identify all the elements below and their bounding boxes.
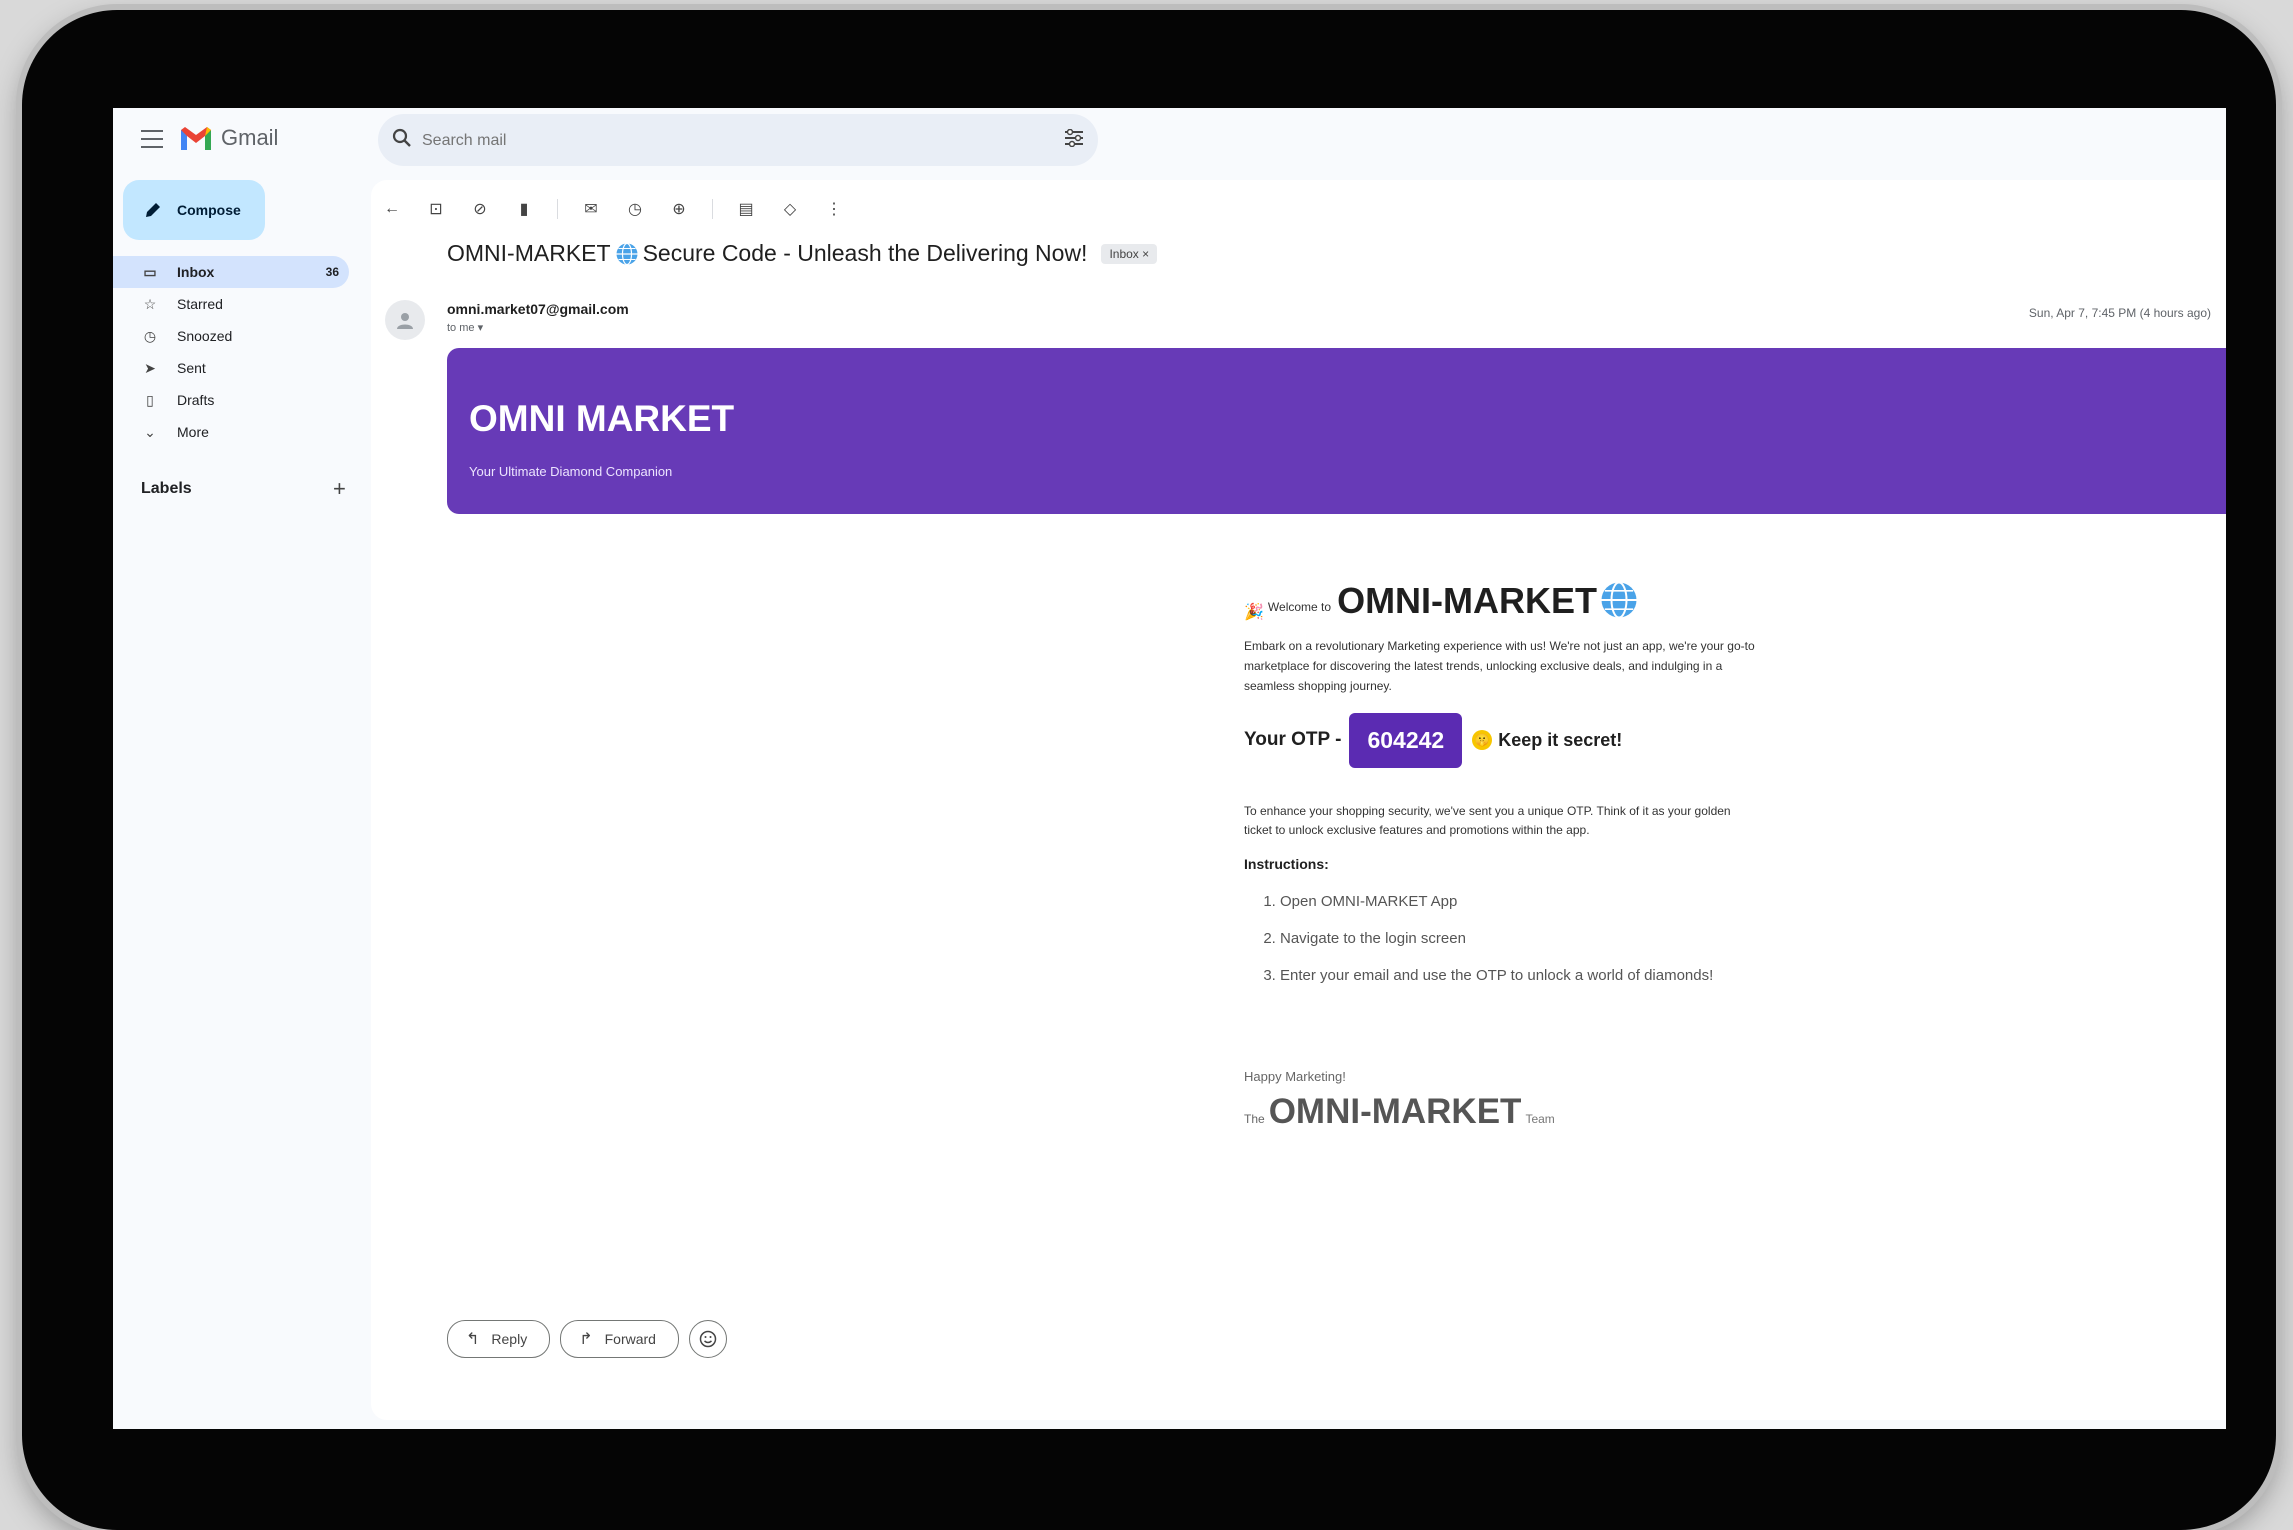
sidebar-item-starred[interactable]: ☆ Starred	[113, 288, 349, 320]
reply-label: Reply	[491, 1331, 528, 1347]
globe-icon	[616, 242, 638, 265]
welcome-heading: 🎉 Welcome to OMNI-MARKET	[1244, 574, 1756, 622]
sidebar-item-sent[interactable]: ➤ Sent	[113, 352, 349, 384]
sidebar-item-label: Snoozed	[177, 328, 233, 344]
list-item: Enter your email and use the OTP to unlo…	[1280, 962, 1756, 989]
reply-actions: ↰ Reply ↱ Forward	[447, 1320, 727, 1358]
sidebar-item-inbox[interactable]: ▭ Inbox 36	[113, 256, 349, 288]
search-options-icon[interactable]	[1064, 129, 1084, 147]
signature-brand: OMNI-MARKET	[1268, 1092, 1522, 1131]
signature-prefix: The	[1244, 1112, 1265, 1126]
search-bar[interactable]	[378, 114, 1098, 166]
labels-heading: Labels	[141, 480, 192, 497]
add-task-icon[interactable]: ⊕	[668, 198, 690, 220]
welcome-prefix: Welcome to	[1267, 600, 1332, 614]
security-paragraph: To enhance your shopping security, we've…	[1244, 804, 1731, 837]
reply-icon: ↰	[466, 1331, 480, 1348]
inbox-label-chip[interactable]: Inbox ×	[1101, 243, 1158, 264]
snooze-icon[interactable]: ◷	[624, 198, 646, 220]
instructions-list: Open OMNI-MARKET App Navigate to the log…	[1244, 888, 1756, 989]
back-arrow-icon[interactable]: ←	[381, 198, 403, 220]
sidebar-item-label: Sent	[177, 360, 206, 376]
forward-icon: ↱	[579, 1331, 593, 1348]
message-toolbar: ← ⊡ ⊘ ▮ ✉ ◷ ⊕ ▤ ◇ ⋮	[381, 194, 867, 224]
move-to-icon[interactable]: ▤	[735, 198, 757, 220]
emoji-reaction-button[interactable]	[688, 1320, 727, 1358]
globe-icon	[1601, 581, 1637, 619]
inbox-icon: ▭	[143, 263, 157, 280]
banner-subtitle: Your Ultimate Diamond Companion	[469, 464, 673, 479]
otp-label: Your OTP -	[1244, 729, 1342, 750]
sidebar-item-label: Inbox	[177, 264, 215, 280]
message-date: Sun, Apr 7, 7:45 PM (4 hours ago)	[2028, 306, 2211, 320]
star-icon: ☆	[143, 295, 157, 312]
main-menu-icon[interactable]	[141, 130, 163, 148]
inbox-count: 36	[325, 265, 339, 279]
welcome-brand: OMNI-MARKET	[1337, 580, 1598, 621]
otp-note: Keep it secret!	[1498, 729, 1623, 750]
sidebar-nav: ▭ Inbox 36 ☆ Starred ◷ Snoozed ➤ Sent ▯ …	[113, 256, 363, 448]
intro-paragraph: Embark on a revolutionary Marketing expe…	[1244, 639, 1755, 693]
sidebar-item-more[interactable]: ⌄ More	[113, 416, 349, 448]
party-popper-icon: 🎉	[1244, 604, 1264, 621]
otp-row: Your OTP - 604242 🤫 Keep it secret!	[1244, 712, 1756, 768]
pencil-icon	[146, 203, 160, 217]
search-icon[interactable]	[392, 128, 412, 148]
delete-icon[interactable]: ▮	[513, 198, 535, 220]
compose-button[interactable]: Compose	[123, 180, 265, 240]
sidebar-item-snoozed[interactable]: ◷ Snoozed	[113, 320, 349, 352]
list-item: Navigate to the login screen	[1280, 925, 1756, 952]
send-icon: ➤	[144, 359, 156, 376]
email-banner: OMNI MARKET Your Ultimate Diamond Compan…	[447, 348, 2226, 514]
list-item: Open OMNI-MARKET App	[1280, 888, 1756, 915]
sidebar-item-label: More	[177, 424, 209, 440]
recipient-details[interactable]: to me ▾	[447, 321, 483, 334]
closing-line: Happy Marketing!	[1244, 1069, 1346, 1084]
clock-icon: ◷	[143, 327, 157, 344]
label-icon[interactable]: ◇	[779, 198, 801, 220]
sidebar-item-label: Drafts	[177, 392, 215, 408]
report-spam-icon[interactable]: ⊘	[469, 198, 491, 220]
chevron-down-icon: ⌄	[144, 423, 156, 440]
sender-email[interactable]: omni.market07@gmail.com	[447, 301, 629, 317]
banner-title: OMNI MARKET	[469, 398, 735, 439]
reply-button[interactable]: ↰ Reply	[447, 1320, 551, 1358]
search-input[interactable]	[420, 126, 1024, 156]
mark-unread-icon[interactable]: ✉	[580, 198, 602, 220]
archive-icon[interactable]: ⊡	[425, 198, 447, 220]
gmail-wordmark: Gmail	[221, 125, 279, 150]
subject-brand: OMNI-MARKET	[447, 240, 611, 266]
sender-avatar[interactable]	[385, 300, 425, 340]
email-subject: OMNI-MARKET Secure Code - Unleash the De…	[447, 240, 1158, 267]
message-view: ← ⊡ ⊘ ▮ ✉ ◷ ⊕ ▤ ◇ ⋮ OMNI-MARKET Secure C…	[371, 180, 2226, 1420]
forward-button[interactable]: ↱ Forward	[560, 1320, 679, 1358]
more-options-icon[interactable]: ⋮	[823, 198, 845, 220]
email-body: 🎉 Welcome to OMNI-MARKET Embark on a rev…	[1244, 574, 1756, 1132]
compose-label: Compose	[177, 202, 241, 218]
forward-label: Forward	[604, 1331, 656, 1347]
signature-team: Team	[1525, 1112, 1555, 1126]
signature: The OMNI-MARKET Team	[1244, 1092, 1756, 1132]
laptop-bezel: Gmail Compose ▭ Inbox 36 ☆ Starred ◷ Sno…	[22, 10, 2276, 1530]
shushing-face-icon: 🤫	[1472, 730, 1493, 750]
sidebar-item-drafts[interactable]: ▯ Drafts	[113, 384, 349, 416]
person-icon	[397, 313, 413, 329]
smiley-icon	[699, 1330, 717, 1348]
sidebar-item-label: Starred	[177, 296, 223, 312]
add-label-button[interactable]: +	[333, 476, 346, 502]
subject-text: Secure Code - Unleash the Delivering Now…	[642, 240, 1088, 266]
gmail-logo-icon	[181, 127, 211, 150]
draft-icon: ▯	[146, 391, 154, 408]
otp-code: 604242	[1349, 712, 1463, 768]
instructions-heading: Instructions:	[1244, 856, 1329, 872]
gmail-window: Gmail Compose ▭ Inbox 36 ☆ Starred ◷ Sno…	[113, 108, 2226, 1429]
